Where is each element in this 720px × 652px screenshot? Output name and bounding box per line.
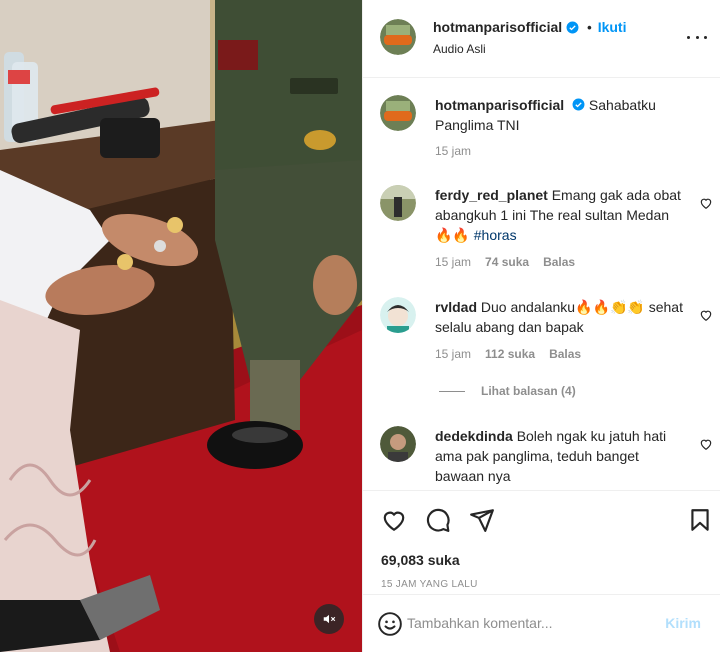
comments-list: hotmanparisofficial Sahabatku Panglima T… [363,78,720,490]
caption-avatar-image [380,95,416,131]
comment-avatar-image [380,297,416,333]
heart-icon[interactable] [699,196,713,210]
video-frame [0,0,362,652]
bookmark-icon[interactable] [687,507,713,533]
comment-text-block: ferdy_red_planet Emang gak ada obat aban… [435,185,685,245]
author-avatar-image [380,19,416,55]
heart-icon[interactable] [699,308,713,322]
comment-hashtag[interactable]: #horas [474,227,517,243]
post-comment-button[interactable]: Kirim [665,615,701,631]
view-replies-button[interactable]: Lihat balasan (4) [439,384,576,398]
share-icon[interactable] [469,507,495,533]
comment-avatar[interactable] [380,426,416,462]
more-options-icon[interactable] [687,30,707,44]
comment-meta: 15 jam 74 suka Balas [435,255,575,269]
comment-icon[interactable] [425,507,451,533]
post-timestamp[interactable]: 15 JAM YANG LALU [381,579,478,590]
heart-icon[interactable] [381,507,407,533]
caption-avatar[interactable] [380,95,416,131]
caption-text-block: hotmanparisofficial Sahabatku Panglima T… [435,95,685,135]
verified-badge-icon [572,98,585,111]
view-replies-label: Lihat balasan (4) [481,384,576,398]
separator-dot: • [587,19,592,35]
comment-avatar[interactable] [380,185,416,221]
heart-icon[interactable] [699,437,713,451]
comment-time[interactable]: 15 jam [435,255,471,269]
replies-divider-line [439,390,465,392]
emoji-icon[interactable] [377,611,403,637]
add-comment-bar: Kirim [363,594,720,652]
verified-badge-icon [566,21,579,33]
comment-time[interactable]: 15 jam [435,347,471,361]
comment-input[interactable] [407,609,647,637]
likes-count[interactable]: 69,083 suka [381,552,460,568]
author-avatar[interactable] [380,19,416,55]
caption-meta: 15 jam [435,144,471,158]
comment-text-block: dedekdinda Boleh ngak ku jatuh hati ama … [435,426,685,486]
post-media[interactable] [0,0,362,652]
comment-avatar-image [380,185,416,221]
comment-meta: 15 jam 112 suka Balas [435,347,581,361]
post-header: hotmanparisofficial • Ikuti Audio Asli [363,0,720,78]
reply-button[interactable]: Balas [549,347,581,361]
comment-avatar-image [380,426,416,462]
author-line: hotmanparisofficial • Ikuti [433,19,626,35]
comment-username[interactable]: ferdy_red_planet [435,187,548,203]
comment-likes[interactable]: 112 suka [485,347,535,361]
comment-username[interactable]: rvldad [435,299,477,315]
author-username[interactable]: hotmanparisofficial [433,19,562,35]
mute-icon [323,614,336,624]
reply-button[interactable]: Balas [543,255,575,269]
comment-avatar[interactable] [380,297,416,333]
comment-username[interactable]: dedekdinda [435,428,513,444]
audio-label[interactable]: Audio Asli [433,42,486,56]
caption-time[interactable]: 15 jam [435,144,471,158]
post-side-panel: hotmanparisofficial • Ikuti Audio Asli h… [362,0,720,652]
post-actions: 69,083 suka 15 JAM YANG LALU [363,490,720,594]
comment-likes[interactable]: 74 suka [485,255,529,269]
follow-button[interactable]: Ikuti [598,19,627,35]
mute-toggle-button[interactable] [314,604,344,634]
caption-username[interactable]: hotmanparisofficial [435,97,564,113]
comment-text-block: rvldad Duo andalanku🔥🔥👏👏 sehat selalu ab… [435,297,685,337]
